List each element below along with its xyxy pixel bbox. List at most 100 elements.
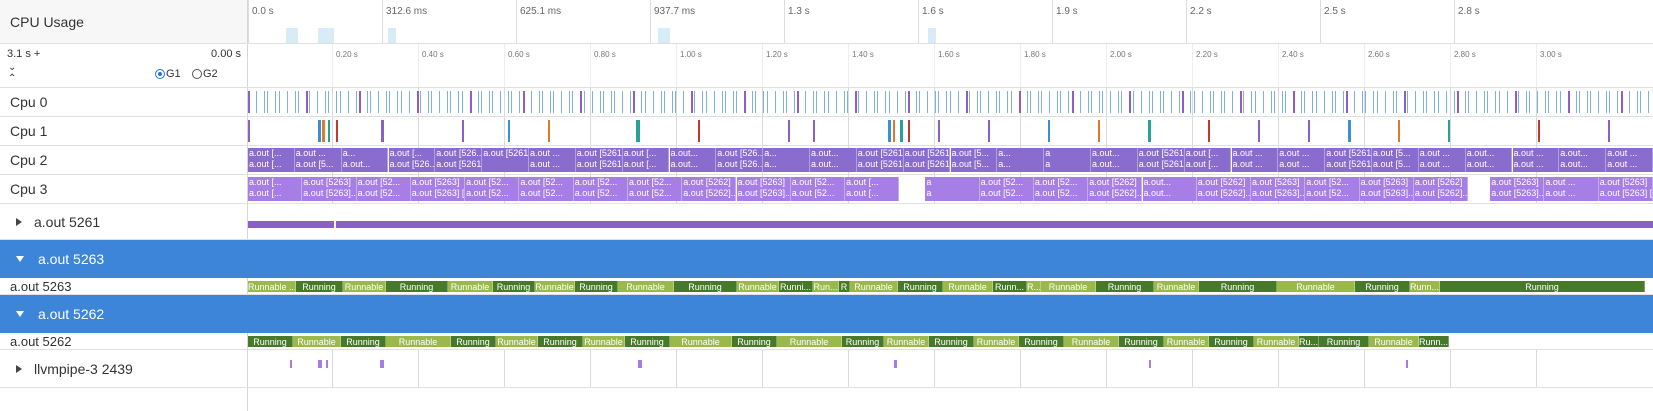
cpu-0-slice [935,91,937,113]
thread-state-slice: Running [625,336,670,347]
cpu-3-slice-text: a.out [5263] [P... [411,188,465,198]
cpu-3-slice-text: a.out [5263]... [737,188,790,198]
cpu-0-slice [328,91,330,113]
cpu-0-slice [378,91,380,113]
thread-5261-activity-bar [248,221,1653,228]
ruler-track[interactable]: 0.20 s 0.40 s 0.60 s 0.80 s 1.00 s 1.20 s 1.40… [248,44,1653,87]
grid-line [848,117,849,145]
cpu-0-slice [1373,91,1375,113]
cpu-2-slice-text: a.out [... [1185,148,1219,158]
cpu-1-track[interactable] [248,117,1653,145]
thread-llvmpipe-track[interactable] [248,350,1653,387]
cpu-0-slice [888,91,890,113]
thread-5263-header[interactable]: a.out 5263 [0,240,1653,278]
cpu-0-slice [816,91,818,113]
collapse-all-icon[interactable]: ⌃ [8,73,16,84]
cpu-0-slice [1220,91,1222,113]
cpu-3-slice: a.out [52... a.out [52... [465,177,520,201]
cpu-0-slice [366,91,368,113]
expand-all-icon[interactable]: ⌄ [8,62,16,73]
cpu-0-slice [1384,91,1386,113]
cpu-3-slice-text: a.out [... [249,177,282,187]
thread-llvmpipe-label[interactable]: llvmpipe-3 2439 [0,350,248,387]
cpu-0-slice [1578,91,1580,113]
cpu-0-slice [264,91,266,113]
cpu-0-slice [1026,91,1028,113]
cpu-0-slice [630,91,632,113]
cpu-0-slice [980,91,981,113]
thread-5262-state-track[interactable]: Running Runnable Running Runnable Running Run… [248,336,1653,347]
thread-state-slice: Runnable [943,281,993,292]
cpu-2-slice: a.out [5261]a.out [5261] [Prio... [1137,148,1185,172]
expand-arrow-icon[interactable] [16,364,22,373]
cpu-0-slice [1445,91,1447,113]
cpu-3-slice: aa [925,177,980,201]
cpu-0-slice [1365,91,1367,113]
cpu-1-slice [1538,120,1540,142]
thread-state-slice: Running [1019,336,1064,347]
cpu-2-slice-text: a.out [... [623,148,657,158]
radio-g2-icon[interactable] [192,69,202,80]
radio-g1-icon[interactable] [155,69,165,80]
cpu-2-slice: a.out... a.out... [810,148,857,172]
thread-state-slice: Running [386,281,448,292]
thread-5263-label[interactable]: a.out 5263 [0,240,248,278]
llvmpipe-slice [1406,360,1408,368]
cpu-3-slice-text: a [926,188,932,198]
cpu-1-slice [1308,120,1310,142]
cpu-0-slice [1456,91,1459,113]
cpu-0-slice [519,91,521,113]
cpu-0-slice [1049,91,1051,113]
cpu-3-slice-text: a.out [5262]... [1414,188,1468,198]
cpu-0-slice [1376,91,1378,113]
cpu-2-slice: a.out [... a.out [526... [388,148,436,172]
collapse-arrow-icon[interactable] [16,256,24,262]
cpu-3-slice-text: a.out [52... [980,177,1024,187]
thread-5261-row[interactable]: a.out 5261 [0,204,1653,240]
thread-5262-state-label-text: a.out 5262 [10,333,72,349]
thread-state-slice: Runnable [448,281,493,292]
cpu-usage-track[interactable]: 0.0 s 312.6 ms 625.1 ms 937.7 ms 1.3 s 1.6 s1… [248,0,1653,43]
thread-5261-track[interactable] [248,204,1653,239]
grid-line [1192,350,1193,387]
grid-line [848,350,849,387]
cpu-3-track[interactable]: a.out [... a.out [... a.out [5263] a.out [5… [248,175,1653,203]
cpu-0-slice [885,91,887,113]
cpu-0-slice [1224,91,1225,113]
cpu-3-slice-text: a.out [... [846,177,879,187]
thread-llvmpipe-row[interactable]: llvmpipe-3 2439 [0,350,1653,388]
cpu-3-slice: a.out [... a.out [... [248,177,303,201]
thread-5261-label[interactable]: a.out 5261 [0,204,248,239]
cpu-0-slice [256,91,258,113]
cpu-2-slice-text: a [1045,159,1051,169]
thread-state-slice: R [839,281,850,292]
cpu-0-slice [896,91,898,113]
cpu-3-slice-text: a.out [52... [980,188,1024,198]
group-radio-g1[interactable]: G1 [155,68,181,80]
cpu-0-slice [469,91,472,113]
cpu-1-slice [1098,120,1100,142]
cpu-2-track[interactable]: a.out [... a.out [... a.out ... a.out [5...… [248,146,1653,174]
cpu-0-slice [1079,91,1081,113]
cpu-3-slice-text: a.out [52... [357,177,401,187]
cpu-2-slice: a.out ... a.out ... [1512,148,1560,172]
cpu-3-slice-text: a.out [5262] [1197,177,1246,187]
cpu-2-slice: a.out [5261]a.out [5261] [Prio:120] [1325,148,1372,172]
cpu-0-slice [538,91,540,113]
thread-5262-label[interactable]: a.out 5262 [0,295,248,333]
expand-arrow-icon[interactable] [16,217,22,226]
thread-5263-state-track[interactable]: Runnable ... Running Runnable Running Runnab… [248,281,1653,292]
cpu-0-slice [907,91,910,113]
cpu-0-track[interactable] [248,88,1653,116]
offset-label: 0.00 s [211,48,241,60]
thread-5262-header[interactable]: a.out 5262 [0,295,1653,333]
cpu-2-slice-text: a.out [5... [295,159,334,169]
cpu-2-slice-text: a.out [5261] [1138,148,1184,158]
cpu-1-label: Cpu 1 [0,117,248,145]
group-radio-g2[interactable]: G2 [192,68,218,80]
cpu-0-slice [1636,91,1638,113]
collapse-arrow-icon[interactable] [16,311,24,317]
cpu-0-slice [614,91,615,113]
cpu-0-slice [785,91,787,113]
cpu-2-slice-text: a.out [5261] ... [904,159,950,169]
